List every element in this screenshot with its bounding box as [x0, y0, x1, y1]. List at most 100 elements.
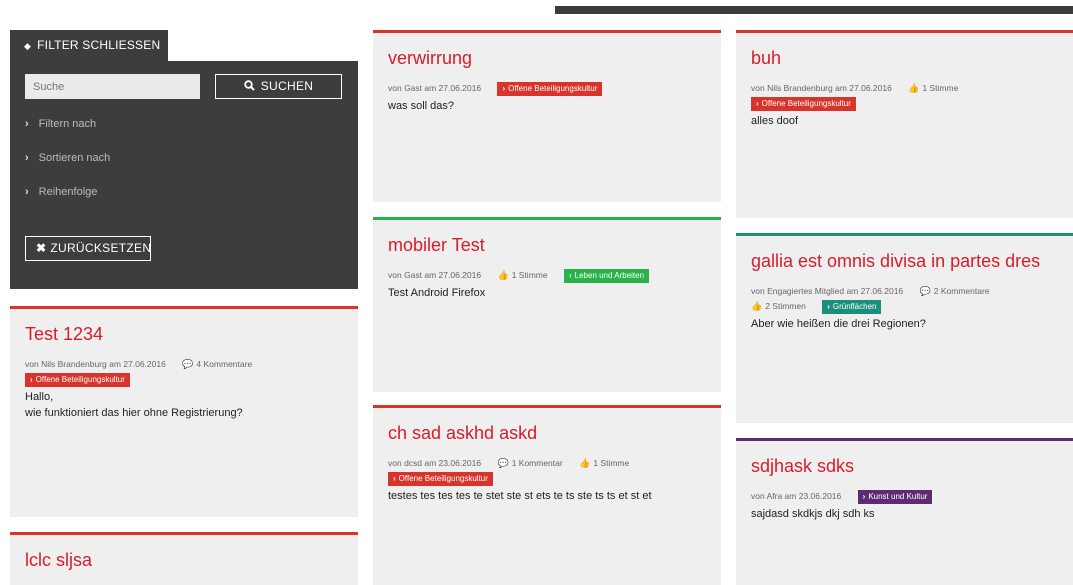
comment-icon: 💬 — [919, 286, 931, 296]
search-input[interactable] — [25, 74, 200, 99]
filter-row-label: Filtern nach — [38, 118, 97, 130]
chevron-right-icon: › — [827, 302, 830, 311]
card-body: Hallo, wie funktioniert das hier ohne Re… — [25, 389, 343, 421]
proposal-card[interactable]: verwirrung von Gast am 27.06.2016 › Offen… — [373, 30, 721, 202]
card-body: was soll das? — [388, 98, 706, 114]
proposal-card[interactable]: gallia est omnis divisa in partes dres v… — [736, 233, 1073, 423]
filter-row-order[interactable]: › Reihenfolge — [25, 186, 97, 198]
body-line: Hallo, — [25, 391, 54, 403]
author-date: von Nils Brandenburg am 27.06.2016 — [25, 359, 166, 369]
comment-icon: 💬 — [182, 359, 194, 369]
category-badge[interactable]: › Leben und Arbeiten — [563, 269, 650, 283]
thumbs-up-icon: 👍 — [497, 270, 509, 280]
vote-count: 1 Stimme — [922, 83, 959, 93]
card-title[interactable]: mobiler Test — [388, 234, 706, 256]
author-date: von Gast am 27.06.2016 — [388, 83, 482, 93]
proposal-card[interactable]: sdjhask sdks von Afra am 23.06.2016 › Kun… — [736, 438, 1073, 585]
thumbs-up-icon: 👍 — [751, 301, 763, 311]
card-meta: von Gast am 27.06.2016 👍 1 Stimme › Leben … — [388, 268, 706, 283]
card-meta: von dcsd am 23.06.2016 💬 1 Kommentar 👍 1 S… — [388, 456, 706, 471]
category-badge[interactable]: › Offene Beteiligungskultur — [751, 97, 856, 111]
filter-row-label: Reihenfolge — [38, 186, 98, 198]
comment-count: 4 Kommentare — [196, 359, 253, 369]
author-date: von Gast am 27.06.2016 — [388, 270, 482, 280]
body-line: was soll das? — [388, 100, 455, 112]
category-label: Offene Beteiligungskultur — [398, 474, 488, 483]
thumbs-up-icon: 👍 — [579, 458, 591, 468]
chevron-right-icon: › — [25, 186, 29, 198]
card-title[interactable]: ch sad askhd askd — [388, 422, 706, 444]
filter-row-sort[interactable]: › Sortieren nach — [25, 152, 110, 164]
close-icon: ✖ — [36, 241, 47, 255]
chevron-right-icon: › — [25, 118, 29, 130]
card-meta: von Nils Brandenburg am 27.06.2016 👍 1 St… — [751, 81, 1058, 96]
comment-count: 1 Kommentar — [511, 458, 563, 468]
proposal-card[interactable]: Test 1234 von Nils Brandenburg am 27.06.… — [10, 306, 358, 517]
body-line: Test Android Firefox — [388, 287, 486, 299]
category-label: Offene Beteiligungskultur — [508, 84, 598, 93]
search-button-label: SUCHEN — [260, 79, 314, 93]
comment-count: 2 Kommentare — [933, 286, 990, 296]
comment-icon: 💬 — [497, 458, 509, 468]
card-body: Aber wie heißen die drei Regionen? — [751, 316, 1058, 332]
card-body: testes tes tes tes te stet ste st ets te… — [388, 488, 706, 504]
card-title[interactable]: lclc sljsa — [25, 549, 343, 571]
card-meta: von Afra am 23.06.2016 › Kunst und Kultur — [751, 489, 1058, 504]
chevron-right-icon: › — [502, 84, 506, 93]
category-badge[interactable]: › Kunst und Kultur — [857, 490, 933, 504]
category-label: Leben und Arbeiten — [574, 271, 645, 280]
body-line: sajdasd skdkjs dkj sdh ks — [751, 508, 875, 520]
card-meta: von Gast am 27.06.2016 › Offene Beteiligu… — [388, 81, 706, 96]
category-badge[interactable]: › Offene Beteiligungskultur — [25, 373, 130, 387]
card-body: alles doof — [751, 113, 1058, 129]
body-line: alles doof — [751, 115, 799, 127]
body-line: wie funktioniert das hier ohne Registrie… — [25, 407, 243, 419]
card-meta: von Nils Brandenburg am 27.06.2016 💬 4 Ko… — [25, 357, 343, 372]
author-date: von Afra am 23.06.2016 — [751, 491, 842, 501]
search-button[interactable]: SUCHEN — [215, 74, 342, 99]
proposal-card[interactable]: lclc sljsa — [10, 532, 358, 585]
card-title[interactable]: buh — [751, 47, 1058, 69]
card-title[interactable]: Test 1234 — [25, 323, 343, 345]
thumbs-up-icon: 👍 — [908, 83, 920, 93]
author-date: von Engagiertes Mitglied am 27.06.2016 — [751, 286, 904, 296]
chevron-right-icon: › — [25, 152, 29, 164]
proposal-card[interactable]: mobiler Test von Gast am 27.06.2016 👍 1 S… — [373, 217, 721, 392]
category-label: Offene Beteiligungskultur — [35, 375, 125, 384]
card-title[interactable]: verwirrung — [388, 47, 706, 69]
category-label: Kunst und Kultur — [868, 492, 928, 501]
card-body: Test Android Firefox — [388, 285, 706, 301]
filter-toggle-label: FILTER SCHLIESSEN — [37, 38, 161, 52]
card-title[interactable]: sdjhask sdks — [751, 455, 1058, 477]
card-title[interactable]: gallia est omnis divisa in partes dres — [751, 250, 1058, 272]
proposal-card[interactable]: buh von Nils Brandenburg am 27.06.2016 👍… — [736, 30, 1073, 218]
body-line: Aber wie heißen die drei Regionen? — [751, 318, 926, 330]
search-icon — [244, 75, 255, 98]
chevron-right-icon: › — [30, 375, 33, 384]
vote-count: 1 Stimme — [511, 270, 548, 280]
vote-count: 1 Stimme — [593, 458, 630, 468]
chevron-right-icon: › — [862, 492, 866, 501]
author-date: von Nils Brandenburg am 27.06.2016 — [751, 83, 892, 93]
category-label: Offene Beteiligungskultur — [761, 99, 851, 108]
category-label: Grünflächen — [832, 302, 877, 311]
vote-count: 2 Stimmen — [765, 301, 806, 311]
body-line: testes tes tes tes te stet ste st ets te… — [388, 490, 652, 502]
chevron-right-icon: › — [568, 271, 572, 280]
caret-updown-icon: ◆ — [24, 41, 32, 51]
filter-row-filter[interactable]: › Filtern nach — [25, 118, 96, 130]
reset-button-label: ZURÜCKSETZEN — [50, 241, 152, 255]
filter-panel: SUCHEN › Filtern nach › Sortieren nach › Re… — [10, 61, 358, 289]
chevron-right-icon: › — [393, 474, 396, 483]
filter-row-label: Sortieren nach — [38, 152, 111, 164]
filter-toggle-tab[interactable]: ◆ FILTER SCHLIESSEN — [10, 30, 168, 61]
category-badge[interactable]: › Offene Beteiligungskultur — [497, 82, 603, 96]
proposal-card[interactable]: ch sad askhd askd von dcsd am 23.06.2016… — [373, 405, 721, 585]
category-badge[interactable]: › Grünflächen — [822, 300, 882, 314]
card-meta: von Engagiertes Mitglied am 27.06.2016 💬… — [751, 284, 1058, 299]
top-bar — [555, 6, 1073, 14]
chevron-right-icon: › — [756, 99, 759, 108]
category-badge[interactable]: › Offene Beteiligungskultur — [388, 472, 493, 486]
author-date: von dcsd am 23.06.2016 — [388, 458, 482, 468]
reset-button[interactable]: ✖ ZURÜCKSETZEN — [25, 236, 151, 261]
